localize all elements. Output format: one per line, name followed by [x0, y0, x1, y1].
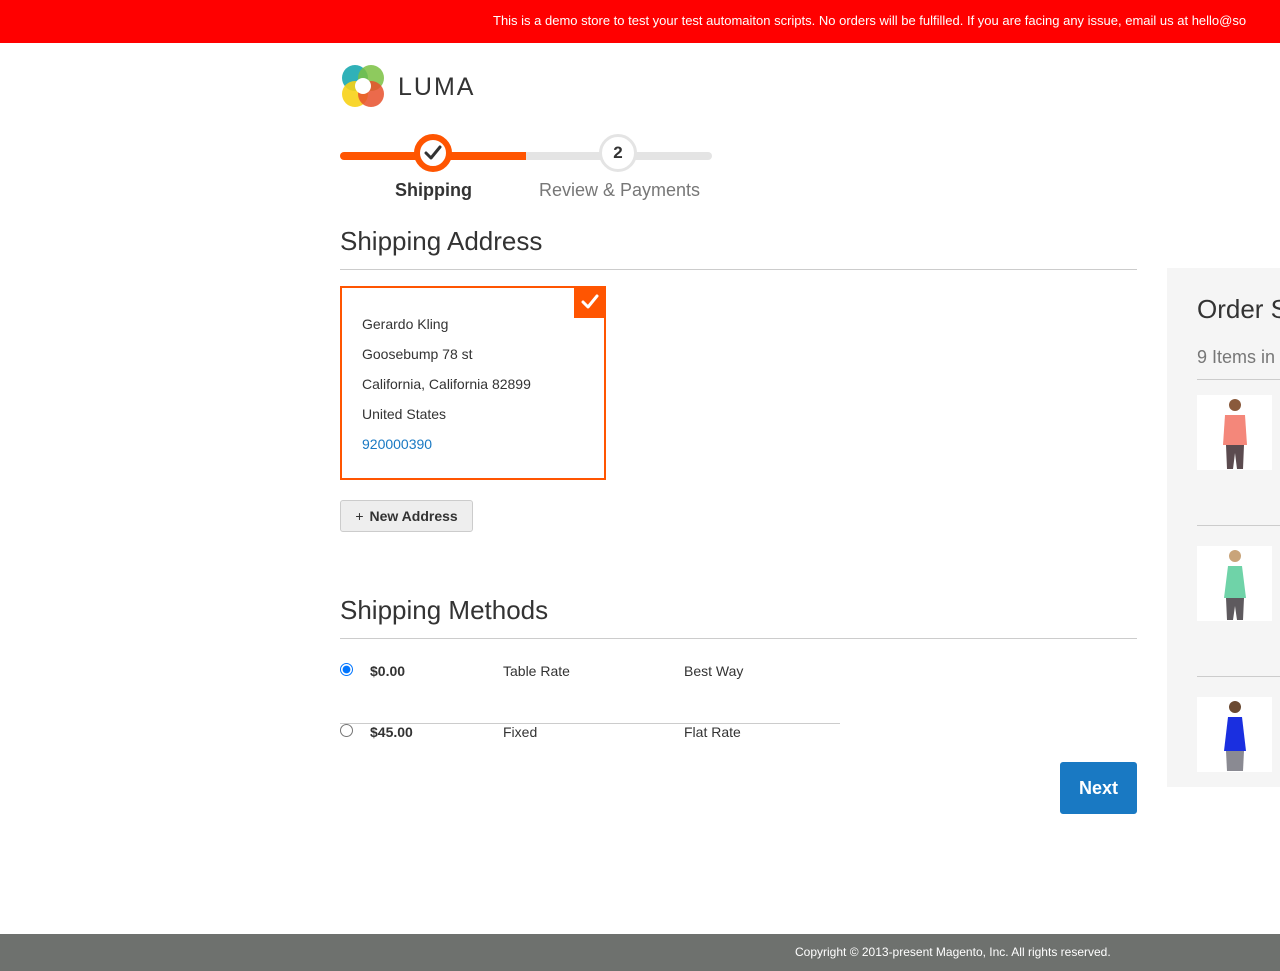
luma-logo-icon: [342, 65, 384, 107]
checkmark-icon: [581, 294, 599, 309]
plus-icon: +: [355, 508, 364, 524]
address-city-region-zip: California, California 82899: [362, 376, 531, 392]
method-title: Fixed: [503, 724, 538, 740]
address-street: Goosebump 78 st: [362, 346, 473, 362]
checkout-progress-bar: 2 Shipping Review & Payments: [340, 130, 712, 210]
items-in-cart-toggle[interactable]: 9 Items in: [1197, 347, 1275, 368]
shipping-address-title: Shipping Address: [340, 226, 1137, 270]
summary-divider: [1197, 379, 1280, 380]
blue-tank-product-image: [1197, 697, 1272, 772]
address-phone-link[interactable]: 920000390: [362, 434, 584, 464]
copyright-text: Copyright © 2013-present Magento, Inc. A…: [795, 945, 1111, 959]
shipping-method-radio[interactable]: [340, 724, 353, 737]
luma-logo[interactable]: LUMA: [340, 64, 475, 110]
next-button[interactable]: Next: [1060, 762, 1137, 814]
page-footer: Copyright © 2013-present Magento, Inc. A…: [0, 934, 1280, 971]
demo-store-banner: This is a demo store to test your test a…: [0, 0, 1280, 43]
shipping-method-row[interactable]: $45.00 Fixed Flat Rate: [340, 724, 840, 785]
new-address-label: New Address: [369, 508, 458, 524]
carrier-title: Best Way: [684, 663, 744, 679]
order-summary-panel: Order S 9 Items in: [1167, 268, 1280, 787]
step-shipping-label: Shipping: [395, 180, 472, 200]
carrier-title: Flat Rate: [684, 724, 741, 740]
shipping-methods-title: Shipping Methods: [340, 595, 1137, 639]
new-address-button[interactable]: + New Address: [340, 500, 473, 532]
order-summary-title: Order S: [1197, 294, 1280, 324]
address-country: United States: [362, 406, 447, 422]
step-review-marker: 2: [599, 134, 637, 172]
checkmark-icon: [424, 145, 442, 160]
step-shipping-marker: [414, 134, 452, 172]
summary-divider: [1197, 676, 1280, 677]
brand-name: LUMA: [398, 72, 476, 101]
selected-check-badge: [574, 286, 606, 318]
mint-tank-product-image: [1197, 546, 1272, 621]
address-name: Gerardo Kling: [362, 316, 449, 332]
shipping-method-radio[interactable]: [340, 663, 353, 676]
shipping-method-row[interactable]: $0.00 Table Rate Best Way: [340, 663, 840, 724]
step-number: 2: [613, 143, 623, 162]
coral-tee-product-image: [1197, 395, 1272, 470]
method-price: $45.00: [370, 724, 413, 740]
demo-banner-text: This is a demo store to test your test a…: [493, 13, 1247, 28]
selected-address-card[interactable]: Gerardo Kling Goosebump 78 st California…: [340, 286, 606, 480]
method-title: Table Rate: [503, 663, 570, 679]
step-review-label: Review & Payments: [539, 180, 701, 200]
summary-divider: [1197, 525, 1280, 526]
method-price: $0.00: [370, 663, 406, 679]
